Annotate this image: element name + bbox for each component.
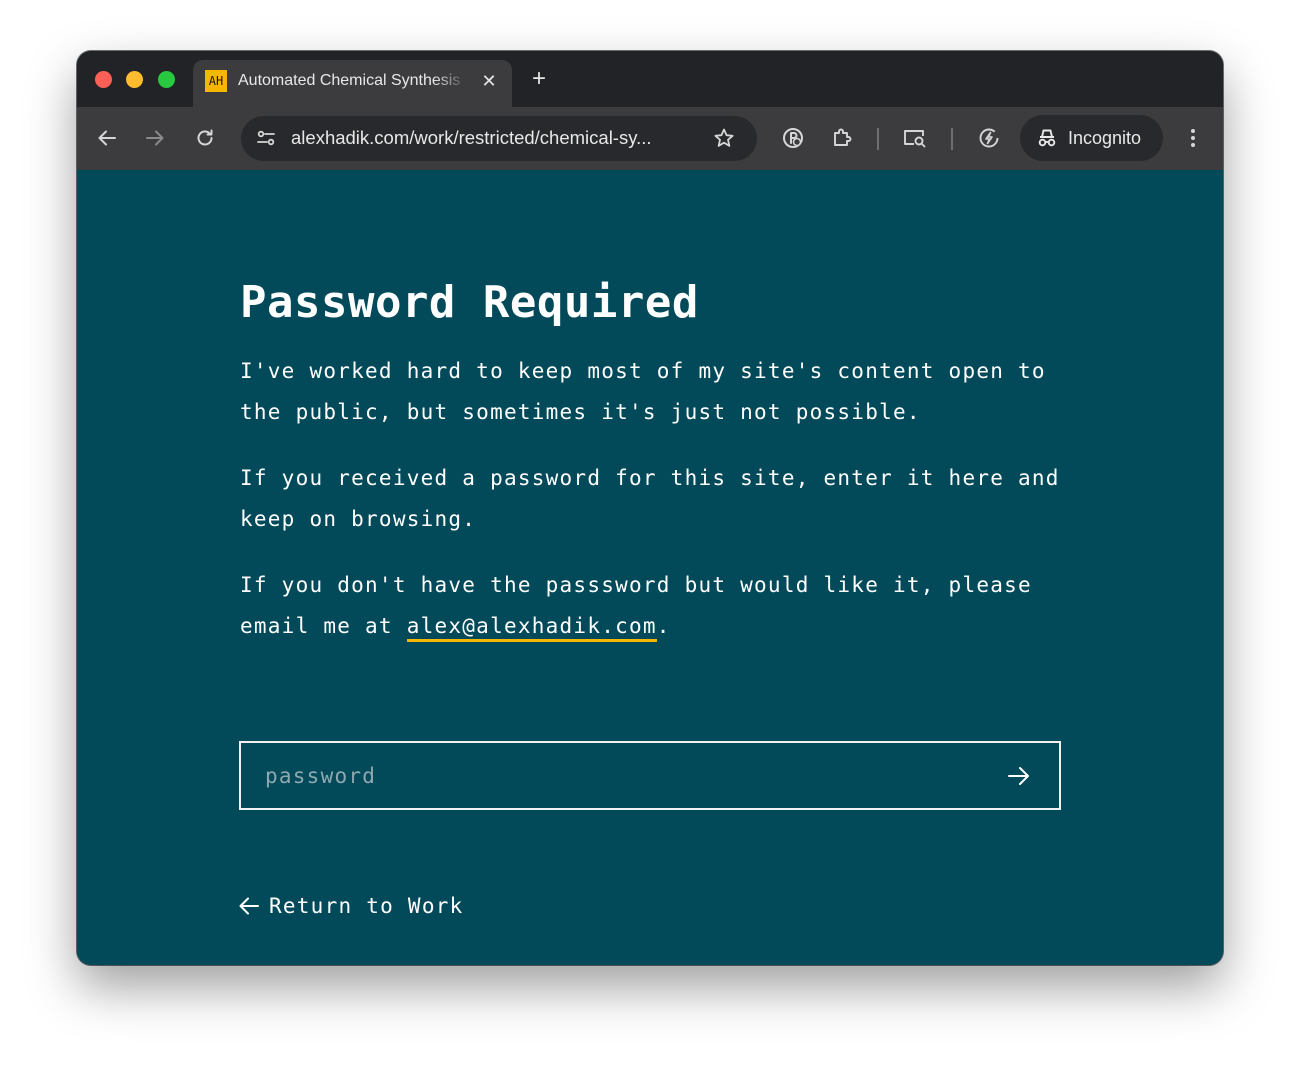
intro-paragraph: I've worked hard to keep most of my site… — [240, 359, 1046, 424]
incognito-icon — [1034, 125, 1060, 151]
email-link[interactable]: alex@alexhadik.com — [406, 614, 657, 642]
close-window-button[interactable] — [95, 71, 112, 88]
incognito-button[interactable]: Incognito — [1020, 115, 1163, 161]
star-icon[interactable] — [711, 125, 737, 151]
title-bar: AH Automated Chemical Synthesis ✕ + — [77, 51, 1223, 107]
password-form — [239, 741, 1061, 810]
password-manager-icon[interactable] — [779, 124, 807, 152]
performance-icon[interactable] — [975, 124, 1003, 152]
toolbar-divider — [951, 128, 953, 150]
arrow-left-icon — [238, 895, 260, 917]
site-info-icon[interactable] — [252, 124, 280, 152]
maximize-window-button[interactable] — [158, 71, 175, 88]
reload-button[interactable] — [191, 124, 219, 152]
return-to-work-link[interactable]: Return to Work — [238, 889, 464, 923]
instructions-paragraph: If you received a password for this site… — [240, 466, 1060, 531]
kebab-menu-icon[interactable] — [1179, 124, 1207, 152]
tab-close-icon[interactable]: ✕ — [477, 69, 501, 93]
reload-icon — [197, 129, 213, 146]
page-title: Password Required — [240, 277, 699, 328]
tab-title: Automated Chemical Synthesis — [238, 72, 461, 89]
minimize-window-button[interactable] — [126, 71, 143, 88]
new-tab-button[interactable]: + — [525, 65, 553, 93]
browser-toolbar: alexhadik.com/work/restricted/chemical-s… — [77, 107, 1223, 170]
password-input[interactable] — [241, 743, 981, 808]
contact-period: . — [656, 614, 671, 638]
incognito-label: Incognito — [1068, 128, 1142, 148]
arrow-left-icon — [98, 130, 116, 146]
address-bar[interactable]: alexhadik.com/work/restricted/chemical-s… — [241, 116, 757, 161]
active-tab[interactable]: AH Automated Chemical Synthesis ✕ — [193, 60, 512, 107]
browser-window: AH Automated Chemical Synthesis ✕ + alex… — [77, 51, 1223, 965]
contact-paragraph: If you don't have the passsword but woul… — [240, 565, 1070, 647]
toolbar-divider — [877, 128, 879, 150]
return-to-work-label: Return to Work — [269, 894, 464, 918]
url-text[interactable]: alexhadik.com/work/restricted/chemical-s… — [291, 126, 701, 150]
reader-mode-icon[interactable] — [901, 124, 929, 152]
puzzle-extensions-icon[interactable] — [828, 124, 856, 152]
arrow-right-icon — [146, 130, 164, 146]
submit-button[interactable] — [1004, 761, 1034, 791]
page-content: Password Required I've worked hard to ke… — [77, 170, 1223, 965]
back-button[interactable] — [93, 124, 121, 152]
forward-button[interactable] — [141, 124, 169, 152]
arrow-right-icon — [1008, 767, 1029, 785]
favicon: AH — [205, 70, 227, 92]
